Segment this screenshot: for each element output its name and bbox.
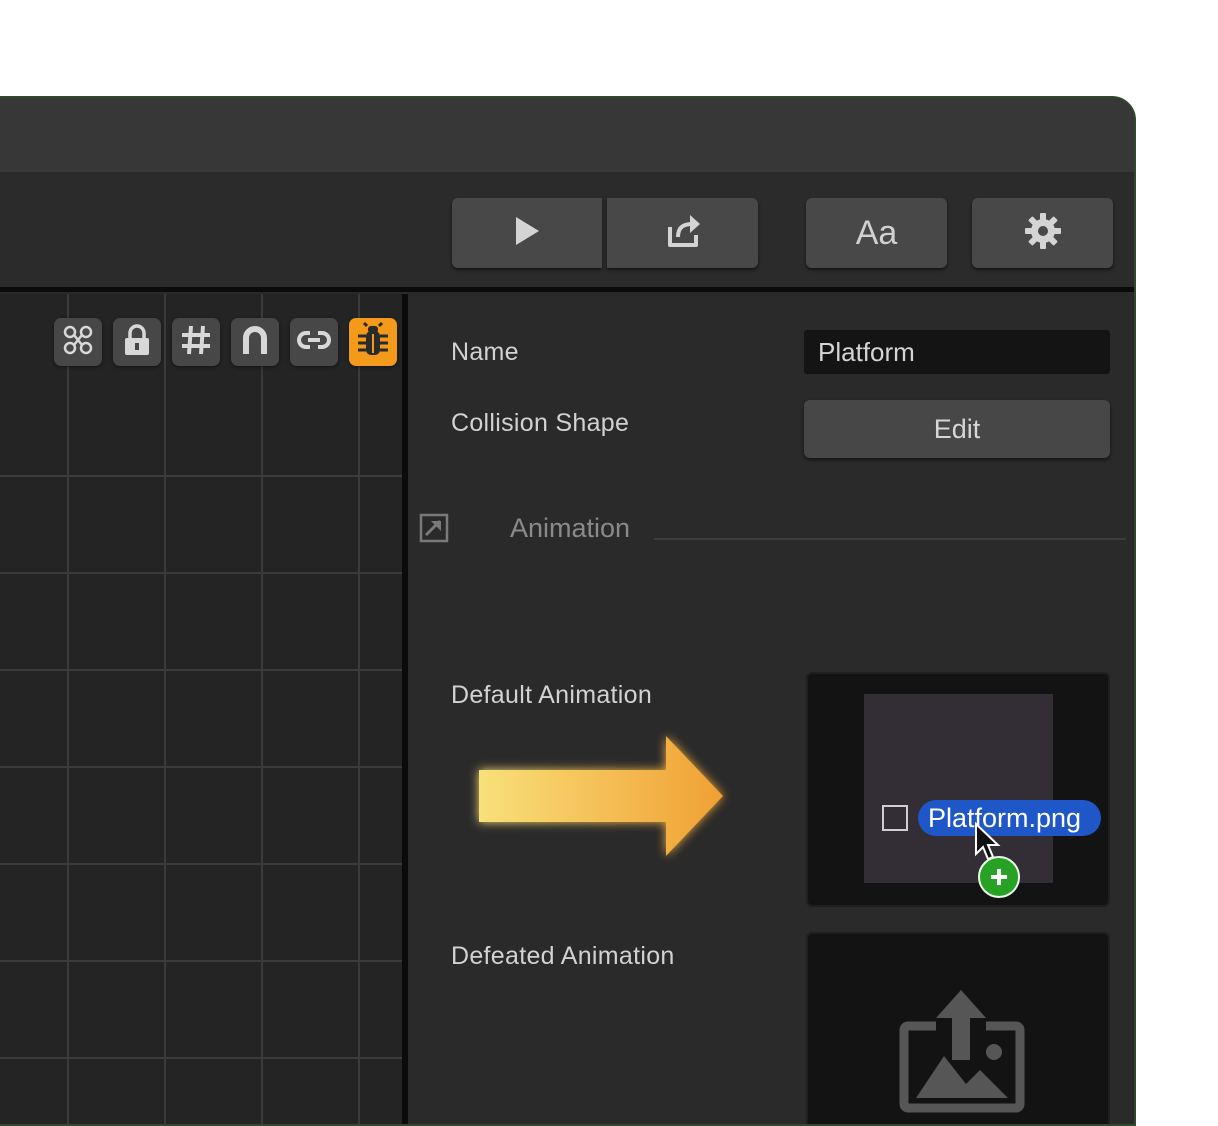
edit-collision-button[interactable]: Edit: [804, 400, 1110, 458]
grid-line: [164, 294, 166, 1124]
grid-line: [67, 294, 69, 1124]
magnet-icon: [240, 324, 270, 361]
link-tool-button[interactable]: [290, 318, 338, 366]
debug-tool-button[interactable]: [349, 318, 397, 366]
toolbar: Aa: [0, 172, 1134, 292]
settings-button[interactable]: [972, 198, 1113, 268]
default-animation-drop-well[interactable]: Platform.png: [806, 672, 1110, 907]
lock-tool-button[interactable]: [113, 318, 161, 366]
play-button[interactable]: [452, 198, 602, 268]
font-button[interactable]: Aa: [806, 198, 947, 268]
gear-icon: [1023, 211, 1063, 256]
drag-image-preview: [864, 694, 1053, 883]
defeated-animation-label: Defeated Animation: [451, 942, 675, 970]
title-bar[interactable]: [0, 98, 1134, 172]
section-divider: [654, 538, 1126, 540]
canvas-toolbar: [54, 318, 397, 366]
link-icon: [297, 325, 331, 360]
nodes-icon: [62, 324, 94, 361]
edit-button-label: Edit: [933, 413, 981, 444]
animation-section-title: Animation: [510, 513, 631, 543]
defeated-animation-drop-well[interactable]: [806, 932, 1110, 1124]
grid-line: [0, 863, 402, 865]
magnet-tool-button[interactable]: [231, 318, 279, 366]
grid-tool-button[interactable]: [172, 318, 220, 366]
grid-line: [0, 475, 402, 477]
section-collapse-icon[interactable]: [419, 513, 449, 548]
grid-line: [0, 572, 402, 574]
share-button[interactable]: [607, 198, 758, 268]
font-label: Aa: [855, 213, 898, 252]
scene-canvas[interactable]: [0, 294, 402, 1124]
image-upload-icon: [896, 986, 1026, 1121]
grid-line: [0, 669, 402, 671]
play-icon: [512, 214, 542, 253]
arrow-annotation-icon: [479, 736, 723, 856]
grid-line: [0, 1057, 402, 1059]
add-plus-icon: [978, 856, 1020, 898]
drag-file-checkbox: [882, 805, 908, 831]
name-label: Name: [451, 338, 519, 366]
inspector-panel: Name Collision Shape Edit Animation Defa…: [408, 294, 1134, 1124]
grid-line: [0, 766, 402, 768]
grid-line: [0, 960, 402, 962]
collision-shape-label: Collision Shape: [451, 409, 630, 437]
default-animation-label: Default Animation: [451, 681, 653, 709]
name-input[interactable]: [804, 330, 1110, 374]
nodes-tool-button[interactable]: [54, 318, 102, 366]
grid-line: [261, 294, 263, 1124]
grid-line: [358, 294, 360, 1124]
bug-icon: [355, 321, 391, 363]
share-icon: [664, 213, 702, 254]
grid-hash-icon: [180, 324, 212, 361]
dragged-file-label: Platform.png: [918, 800, 1102, 836]
lock-icon: [122, 323, 152, 361]
app-window: Aa Name Platform Collision Shape Edit An…: [0, 96, 1136, 1126]
